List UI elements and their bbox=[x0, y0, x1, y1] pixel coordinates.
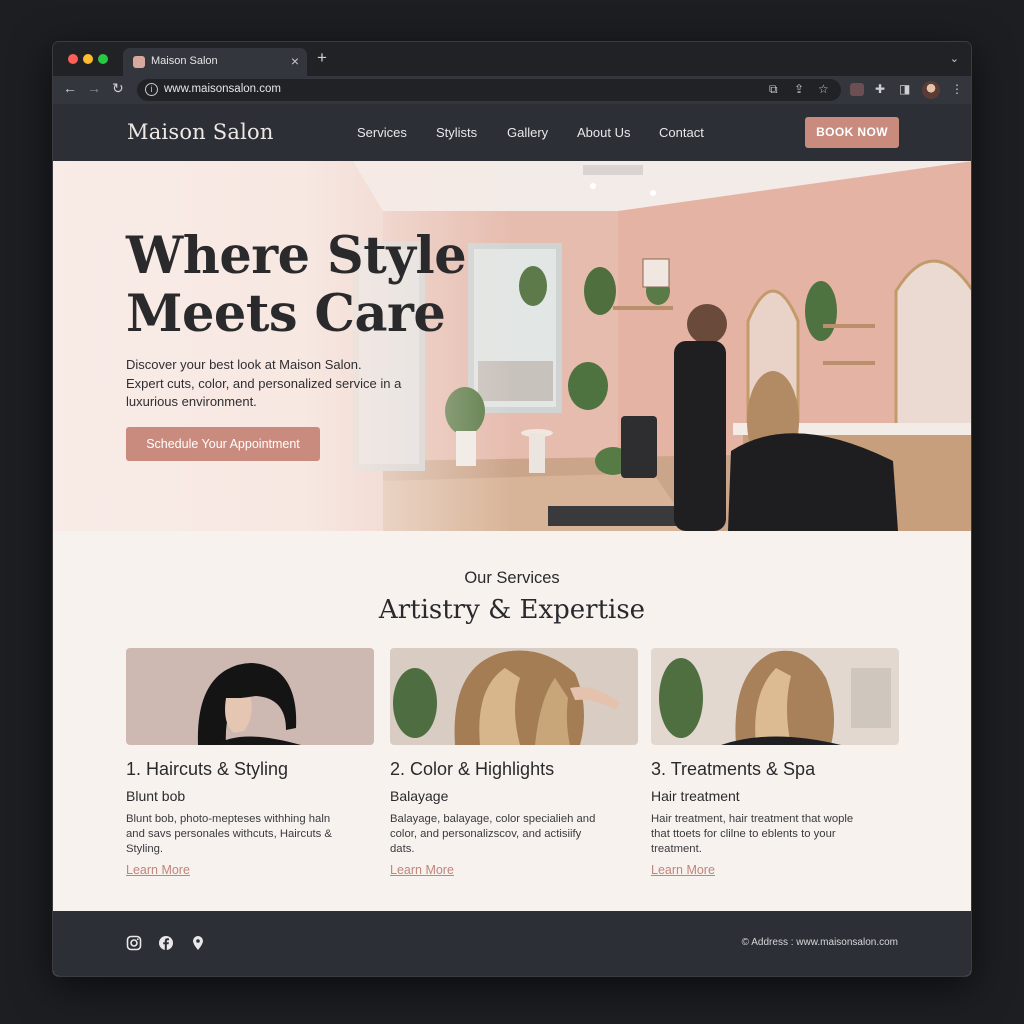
site-header: Maison Salon Services Stylists Gallery A… bbox=[53, 104, 971, 161]
nav-link-about-us[interactable]: About Us bbox=[577, 125, 630, 140]
hero-subtitle-line: luxurious environment. bbox=[126, 394, 257, 409]
card-description: Hair treatment, hair treatment that wopl… bbox=[651, 812, 899, 856]
services-section: Our Services Artistry & Expertise 1. Hai… bbox=[53, 531, 971, 911]
close-window-button[interactable] bbox=[68, 54, 78, 64]
nav-link-contact[interactable]: Contact bbox=[659, 125, 704, 140]
learn-more-link[interactable]: Learn More bbox=[390, 863, 454, 877]
services-title: Artistry & Expertise bbox=[378, 595, 646, 625]
side-panel-icon[interactable]: ◨ bbox=[899, 82, 910, 96]
service-card-color: 2. Color & Highlights Balayage Balayage,… bbox=[390, 648, 638, 879]
translate-icon[interactable]: ⧉ bbox=[769, 82, 778, 97]
card-description-line: dats. bbox=[390, 842, 415, 855]
balayage-image bbox=[390, 648, 638, 745]
learn-more-link[interactable]: Learn More bbox=[651, 863, 715, 877]
card-title: 1. Haircuts & Styling bbox=[126, 759, 289, 779]
nav-link-gallery[interactable]: Gallery bbox=[507, 125, 548, 140]
site-logo[interactable]: Maison Salon bbox=[127, 120, 274, 144]
card-description-line: treatment. bbox=[651, 842, 702, 855]
website: Maison Salon Services Stylists Gallery A… bbox=[53, 104, 971, 976]
close-tab-icon[interactable]: × bbox=[291, 53, 299, 69]
browser-menu-icon[interactable]: ⋮ bbox=[951, 82, 963, 96]
services-kicker: Our Services bbox=[464, 569, 560, 587]
service-card-haircuts: 1. Haircuts & Styling Blunt bob Blunt bo… bbox=[126, 648, 374, 879]
card-description-line: Styling. bbox=[126, 842, 164, 855]
maximize-window-button[interactable] bbox=[98, 54, 108, 64]
card-description-line: and savs personales withcuts, Haircuts & bbox=[126, 827, 332, 840]
hero-section: Where Style Meets Care Discover your bes… bbox=[53, 161, 971, 531]
hero-subtitle-line: Expert cuts, color, and personalized ser… bbox=[126, 375, 402, 391]
browser-toolbar: ← → ↻ i www.maisonsalon.com ⧉ ⇪ ☆ ✚ ◨ ⋮ bbox=[53, 76, 971, 104]
address-bar[interactable]: i www.maisonsalon.com ⧉ ⇪ ☆ bbox=[137, 79, 841, 101]
hero-subtitle-line: Discover your best look at Maison Salon. bbox=[126, 357, 362, 372]
footer-address: © Address : www.maisonsalon.com bbox=[741, 937, 898, 948]
blunt-bob-image bbox=[126, 648, 374, 745]
profile-avatar[interactable] bbox=[922, 81, 940, 99]
hero-headline-line-2: Meets Care bbox=[126, 284, 446, 344]
card-title: 2. Color & Highlights bbox=[390, 759, 555, 779]
nav-link-stylists[interactable]: Stylists bbox=[436, 125, 477, 140]
instagram-icon[interactable] bbox=[126, 935, 142, 951]
card-description: Blunt bob, photo-mepteses withhing haln … bbox=[126, 812, 374, 856]
learn-more-link[interactable]: Learn More bbox=[126, 863, 190, 877]
card-subtitle: Blunt bob bbox=[126, 788, 186, 804]
service-card-treatments: 3. Treatments & Spa Hair treatment Hair … bbox=[651, 648, 899, 879]
browser-tab[interactable]: Maison Salon × bbox=[123, 48, 307, 76]
favicon-icon bbox=[133, 56, 145, 68]
card-subtitle: Balayage bbox=[390, 788, 449, 804]
nav-link-services[interactable]: Services bbox=[357, 125, 407, 140]
book-now-button[interactable]: BOOK NOW bbox=[805, 117, 899, 148]
card-description: Balayage, balayage, color specialieh and… bbox=[390, 812, 638, 856]
tab-strip: Maison Salon × + ⌄ bbox=[53, 42, 971, 76]
hero-headline: Where Style Meets Care bbox=[126, 226, 467, 344]
hero-headline-line-1: Where Style bbox=[126, 226, 467, 286]
minimize-window-button[interactable] bbox=[83, 54, 93, 64]
tab-search-icon[interactable]: ⌄ bbox=[950, 52, 959, 65]
card-subtitle: Hair treatment bbox=[651, 788, 740, 804]
share-icon[interactable]: ⇪ bbox=[794, 82, 804, 96]
facebook-icon[interactable] bbox=[158, 935, 174, 951]
site-info-icon[interactable]: i bbox=[145, 83, 158, 96]
card-title: 3. Treatments & Spa bbox=[651, 759, 816, 779]
url-text[interactable]: www.maisonsalon.com bbox=[164, 83, 281, 95]
hair-treatment-image bbox=[651, 648, 899, 745]
browser-window: Maison Salon × + ⌄ ← → ↻ i www.maisonsal… bbox=[52, 41, 972, 977]
card-description-line: Balayage, balayage, color specialieh and bbox=[390, 813, 596, 825]
tab-title: Maison Salon bbox=[151, 55, 218, 67]
card-description-line: color, and personalizscov, and actisiify bbox=[390, 827, 582, 840]
reload-icon[interactable]: ↻ bbox=[112, 80, 124, 97]
card-description-line: that ttoets for clilne to eblents to you… bbox=[651, 827, 836, 840]
hero-subtitle: Discover your best look at Maison Salon.… bbox=[126, 356, 426, 412]
location-pin-icon[interactable] bbox=[190, 935, 206, 951]
new-tab-button[interactable]: + bbox=[317, 48, 327, 68]
extensions-puzzle-icon[interactable]: ✚ bbox=[875, 82, 885, 96]
bookmark-star-icon[interactable]: ☆ bbox=[818, 82, 829, 96]
hero-overlay bbox=[53, 161, 513, 531]
schedule-appointment-button[interactable]: Schedule Your Appointment bbox=[126, 427, 320, 461]
site-footer: © Address : www.maisonsalon.com bbox=[53, 911, 971, 976]
card-description-line: Hair treatment, hair treatment that wopl… bbox=[651, 813, 854, 825]
card-description-line: Blunt bob, photo-mepteses withhing haln bbox=[126, 813, 331, 825]
forward-icon[interactable]: → bbox=[87, 80, 101, 96]
back-icon[interactable]: ← bbox=[63, 80, 77, 96]
extension-icon[interactable] bbox=[850, 83, 864, 96]
